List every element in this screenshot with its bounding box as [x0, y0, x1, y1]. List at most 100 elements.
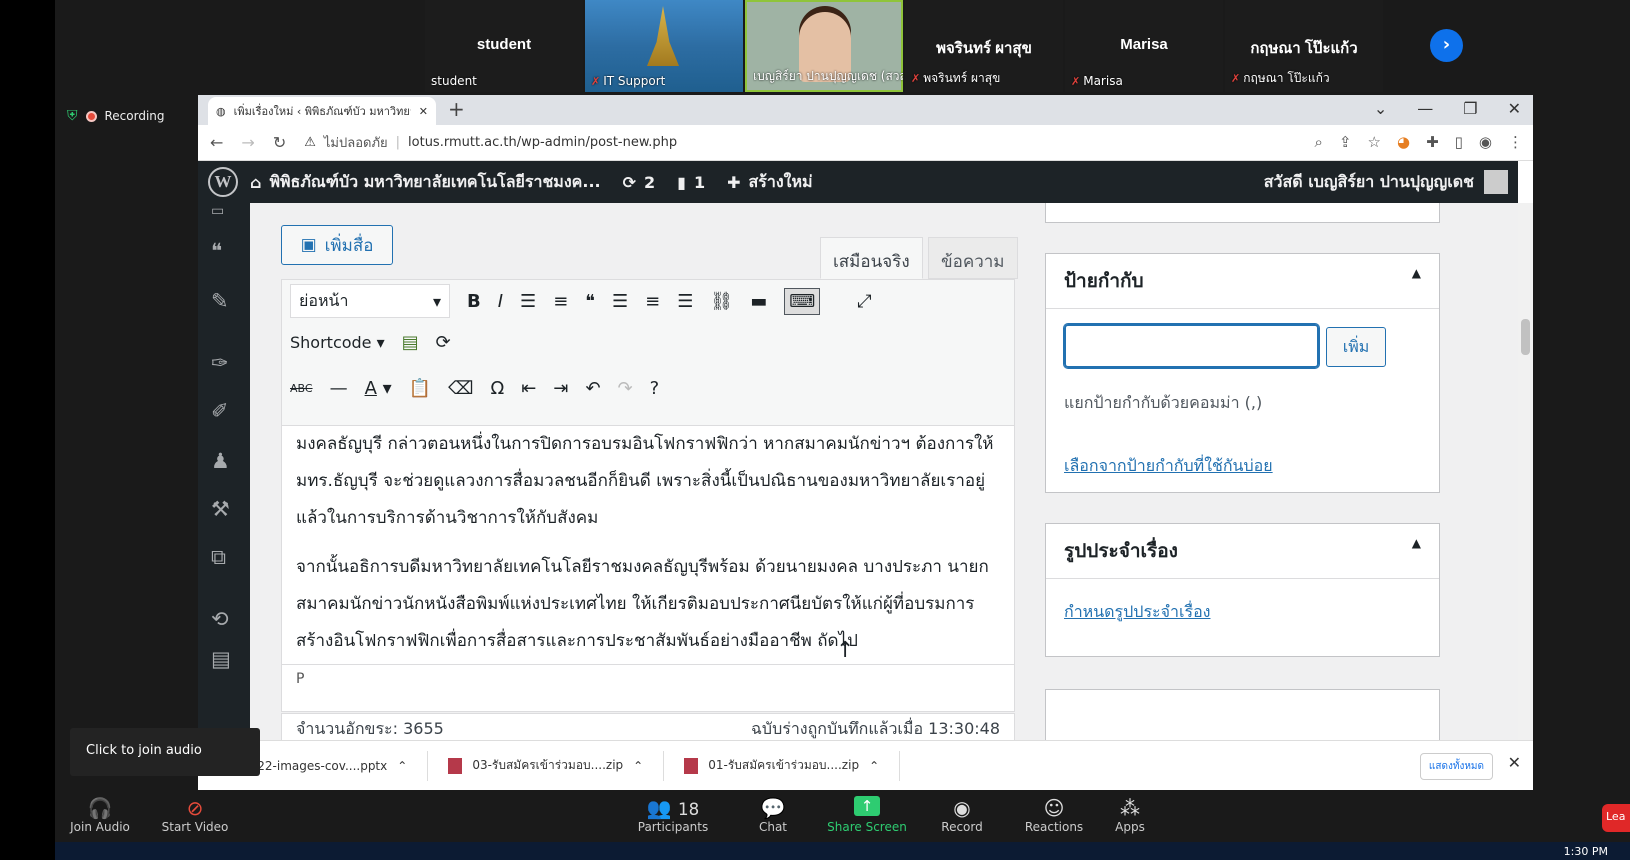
- refresh-icon[interactable]: ⟲: [211, 607, 229, 631]
- add-tag-button[interactable]: เพิ่ม: [1326, 327, 1386, 367]
- back-icon[interactable]: ←: [210, 133, 223, 152]
- puzzle-icon[interactable]: ✚: [1426, 133, 1439, 151]
- text-color-icon[interactable]: A ▾: [365, 378, 392, 399]
- clear-formatting-icon[interactable]: ⌫: [448, 378, 473, 399]
- add-media-button[interactable]: ▣ เพิ่มสื่อ: [281, 225, 393, 265]
- apps-button[interactable]: ⁂ Apps: [1085, 796, 1175, 834]
- numbered-list-icon[interactable]: ≡: [553, 291, 568, 312]
- refresh-icon[interactable]: ⟳: [436, 332, 451, 353]
- profile-avatar[interactable]: ◉: [1479, 133, 1492, 151]
- reload-icon[interactable]: ↻: [273, 133, 286, 152]
- toolbar-row-1: ย่อหน้า ▾ B I ☰ ≡ ❝ ☰ ≡ ☰ ⛓ ▬ ⌨ ⤢: [290, 284, 872, 318]
- help-icon[interactable]: ?: [650, 378, 660, 399]
- editor-body[interactable]: มงคลธัญบุรี กล่าวตอนหนึ่งในการปิดการอบรม…: [282, 426, 1014, 664]
- restore-button[interactable]: ❐: [1463, 99, 1477, 118]
- extension-new-icon[interactable]: ◕: [1397, 133, 1410, 151]
- redo-icon[interactable]: ↷: [618, 378, 633, 399]
- sidepanel-icon[interactable]: ▯: [1455, 133, 1463, 151]
- brush-icon[interactable]: ✐: [211, 399, 229, 423]
- outdent-icon[interactable]: ⇤: [521, 378, 536, 399]
- book-icon[interactable]: ▤: [402, 332, 419, 353]
- bold-icon[interactable]: B: [467, 291, 481, 312]
- hr-icon[interactable]: —: [330, 378, 348, 399]
- collapse-icon[interactable]: ▲: [1412, 266, 1421, 296]
- close-window-button[interactable]: ✕: [1508, 99, 1521, 118]
- menu-icon[interactable]: ⋮: [1508, 133, 1523, 151]
- fullscreen-icon[interactable]: ⤢: [857, 291, 871, 312]
- record-button[interactable]: ◉ Record: [917, 796, 1007, 834]
- format-select[interactable]: ย่อหน้า ▾: [290, 284, 450, 318]
- new-tab-button[interactable]: +: [448, 97, 465, 121]
- close-tab-icon[interactable]: ✕: [419, 105, 428, 118]
- gallery-next-button[interactable]: ›: [1430, 29, 1463, 62]
- star-icon[interactable]: ☆: [1368, 133, 1381, 151]
- record-icon: [85, 110, 97, 122]
- participant-tile[interactable]: เบญสิร์ยา ปานปุญญเดช (สวส): [745, 0, 903, 92]
- browser-tab[interactable]: ◍ เพิ่มเรื่องใหม่ ‹ พิพิธภัณฑ์บัว มหาวิท…: [208, 97, 436, 125]
- forward-icon[interactable]: →: [241, 133, 254, 152]
- featured-box-header[interactable]: รูปประจำเรื่อง ▲: [1046, 524, 1439, 579]
- wrench-icon[interactable]: ⚒: [211, 497, 230, 521]
- url-field[interactable]: ⚠ ไม่ปลอดภัย | lotus.rmutt.ac.th/wp-admi…: [304, 132, 677, 153]
- show-all-downloads-button[interactable]: แสดงทั้งหมด: [1419, 753, 1493, 780]
- page-scrollbar[interactable]: [1518, 203, 1533, 790]
- choose-tags-link[interactable]: เลือกจากป้ายกำกับที่ใช้กันบ่อย: [1064, 454, 1273, 479]
- updates-link[interactable]: ⟳ 2: [623, 173, 656, 192]
- italic-icon[interactable]: I: [498, 291, 503, 312]
- paste-text-icon[interactable]: 📋: [409, 378, 431, 399]
- participant-tile[interactable]: Marisa ✗ Marisa: [1065, 0, 1223, 92]
- more-tag-icon[interactable]: ▬: [750, 291, 767, 312]
- shortcode-select[interactable]: Shortcode ▾: [290, 333, 385, 352]
- account-menu[interactable]: สวัสดี เบญสิร์ยา ปานปุญญเดช: [1264, 170, 1508, 195]
- quote-icon[interactable]: ❝: [211, 239, 222, 263]
- chevron-down-icon[interactable]: ⌄: [1374, 99, 1387, 118]
- tags-box-header[interactable]: ป้ายกำกับ ▲: [1046, 254, 1439, 309]
- participant-tile[interactable]: ✗ IT Support: [585, 0, 743, 92]
- pin-icon[interactable]: ✑: [211, 351, 229, 375]
- tab-text[interactable]: ข้อความ: [928, 237, 1018, 279]
- toolbar-toggle-icon[interactable]: ⌨: [784, 287, 821, 315]
- pencil-icon[interactable]: ✎: [211, 289, 229, 313]
- comments-link[interactable]: ▮ 1: [677, 173, 705, 192]
- undo-icon[interactable]: ↶: [585, 378, 600, 399]
- chevron-up-icon[interactable]: ⌃: [633, 759, 643, 773]
- share-icon[interactable]: ⇪: [1339, 133, 1352, 151]
- chevron-up-icon[interactable]: ⌃: [397, 759, 407, 773]
- database-icon[interactable]: ▤: [211, 647, 231, 671]
- set-featured-image-link[interactable]: กำหนดรูปประจำเรื่อง: [1064, 600, 1210, 625]
- tag-input[interactable]: [1064, 324, 1319, 368]
- close-icon[interactable]: ✕: [1508, 753, 1521, 772]
- participant-tile[interactable]: กฤษณา โป๊ะแก้ว ✗ กฤษณา โป๊ะแก้ว: [1225, 0, 1383, 92]
- align-right-icon[interactable]: ☰: [677, 291, 693, 312]
- share-screen-button[interactable]: ↑ Share Screen: [822, 796, 912, 834]
- wordpress-icon[interactable]: W: [208, 167, 238, 197]
- download-item[interactable]: 03-รับสมัครเข้าร่วมอบ....zip ⌃: [428, 750, 665, 781]
- chevron-up-icon[interactable]: ⌃: [869, 759, 879, 773]
- settings-icon[interactable]: ⧉: [211, 545, 226, 570]
- leave-button[interactable]: Lea: [1602, 804, 1630, 832]
- indent-icon[interactable]: ⇥: [553, 378, 568, 399]
- site-name-link[interactable]: ⌂ พิพิธภัณฑ์บัว มหาวิทยาลัยเทคโนโลยีราชม…: [250, 170, 601, 195]
- link-icon[interactable]: ⛓: [710, 291, 733, 312]
- align-left-icon[interactable]: ☰: [612, 291, 628, 312]
- bullet-list-icon[interactable]: ☰: [520, 291, 536, 312]
- chat-button[interactable]: 💬 Chat: [728, 796, 818, 834]
- tab-visual[interactable]: เสมือนจริง: [820, 237, 923, 279]
- blockquote-icon[interactable]: ❝: [585, 291, 595, 312]
- new-content-link[interactable]: ✚ สร้างใหม่: [727, 170, 812, 195]
- strikethrough-icon[interactable]: ABC: [290, 382, 313, 395]
- align-center-icon[interactable]: ≡: [645, 291, 660, 312]
- posts-icon[interactable]: ▭: [211, 203, 224, 219]
- zoom-icon[interactable]: ⌕: [1315, 133, 1323, 151]
- download-item[interactable]: 01-รับสมัครเข้าร่วมอบ....zip ⌃: [664, 750, 901, 781]
- start-video-button[interactable]: ⊘ Start Video: [150, 796, 240, 834]
- scrollbar-thumb[interactable]: [1521, 319, 1530, 355]
- user-icon[interactable]: ♟: [211, 449, 230, 473]
- collapse-icon[interactable]: ▲: [1412, 536, 1421, 566]
- participant-tile[interactable]: พจรินทร์ ผาสุข ✗ พจรินทร์ ผาสุข: [905, 0, 1063, 92]
- join-audio-button[interactable]: 🎧 Join Audio: [55, 796, 145, 834]
- omega-icon[interactable]: Ω: [491, 378, 505, 399]
- participants-button[interactable]: 👥 18 Participants: [628, 796, 718, 834]
- minimize-button[interactable]: —: [1417, 99, 1433, 118]
- participant-tile[interactable]: student student: [425, 0, 583, 92]
